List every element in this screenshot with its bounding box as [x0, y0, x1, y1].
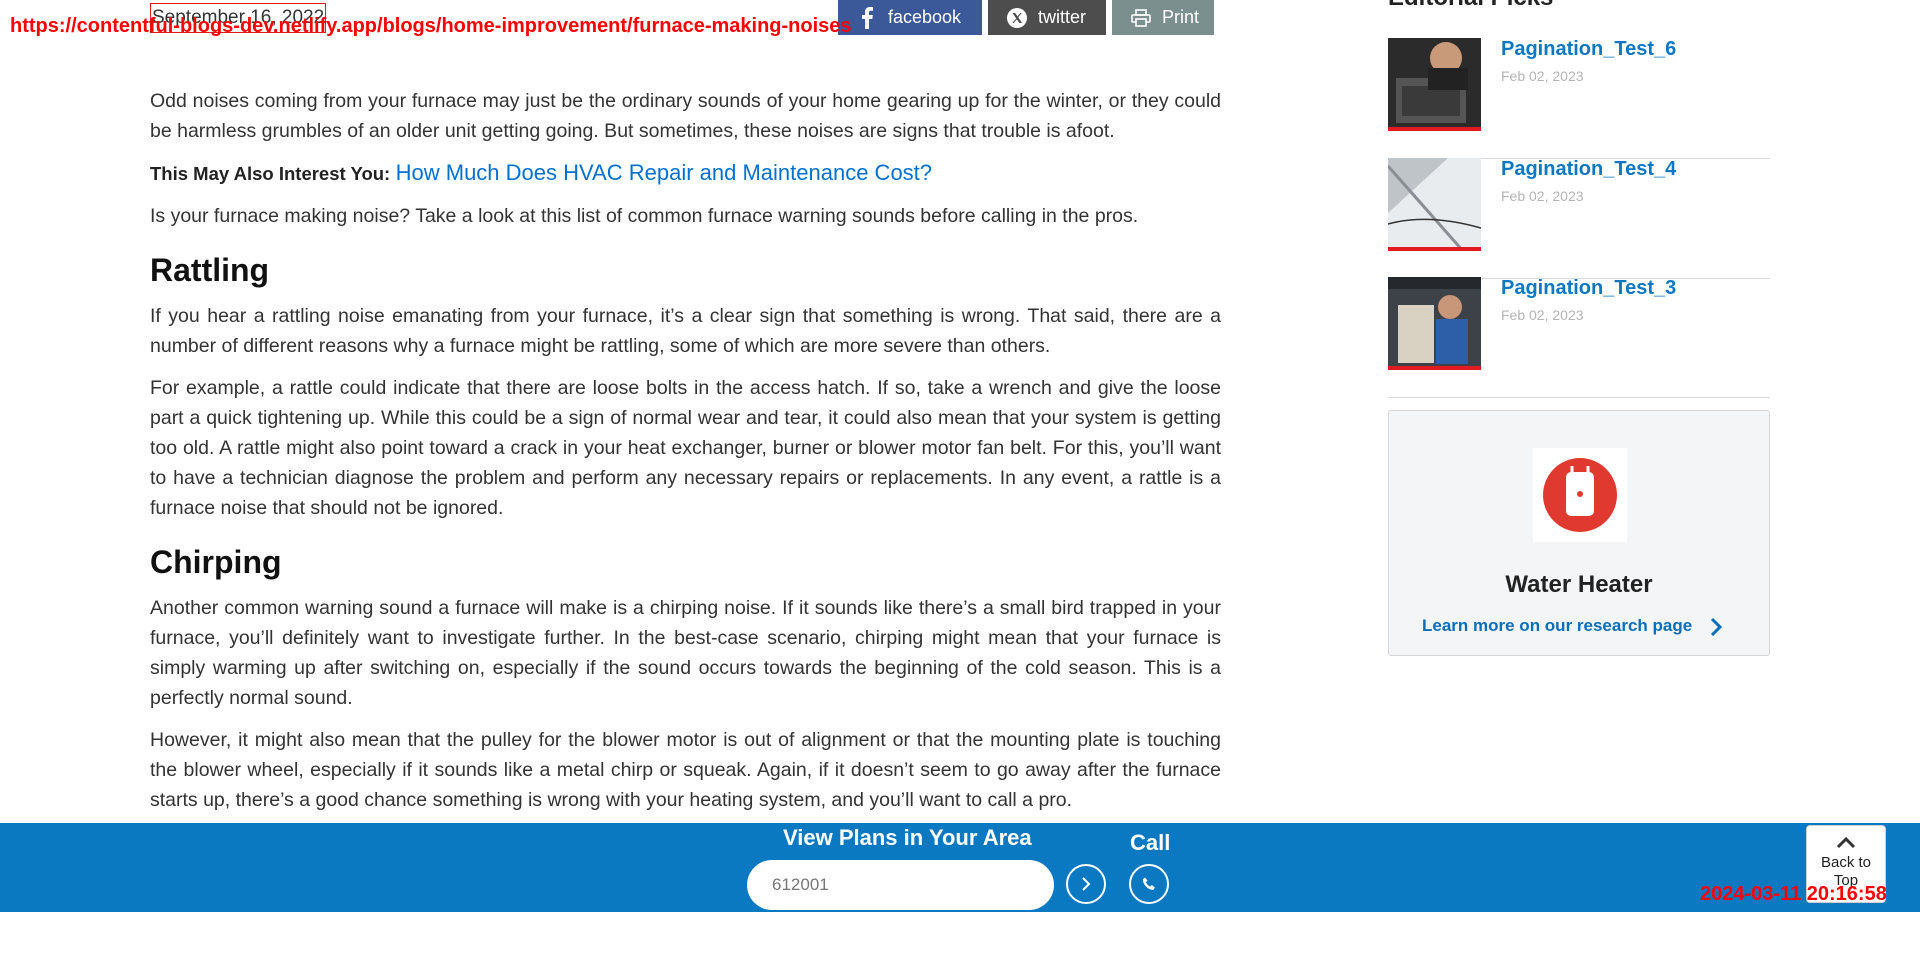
zip-code-input[interactable] — [747, 860, 1054, 910]
lead-paragraph: Is your furnace making noise? Take a loo… — [150, 205, 1139, 227]
section-heading-rattling: Rattling — [150, 252, 270, 288]
facebook-share-button[interactable]: facebook — [838, 0, 982, 35]
facebook-label: facebook — [888, 7, 962, 27]
print-button[interactable]: Print — [1112, 0, 1214, 35]
editorial-picks-heading: Editorial Picks — [1388, 0, 1553, 12]
research-page-link[interactable]: Learn more on our research page — [1422, 616, 1692, 636]
view-plans-title: View Plans in Your Area — [783, 825, 1032, 850]
related-label: This May Also Interest You: — [150, 163, 391, 184]
research-card: Water Heater Learn more on our research … — [1388, 410, 1770, 656]
pick-date: Feb 02, 2023 — [1501, 68, 1584, 84]
rattling-paragraph-2: For example, a rattle could indicate tha… — [150, 377, 1221, 519]
photo-water-heater-icon[interactable] — [1388, 277, 1481, 370]
related-article: This May Also Interest You: How Much Doe… — [150, 158, 1221, 189]
facebook-icon — [856, 6, 878, 29]
research-card-title: Water Heater — [1505, 571, 1653, 598]
water-heater-icon — [1533, 448, 1627, 542]
print-label: Print — [1162, 7, 1200, 27]
x-twitter-icon — [1006, 7, 1028, 29]
printer-icon — [1130, 7, 1152, 29]
submit-zip-button[interactable] — [1066, 864, 1106, 904]
pick-title[interactable]: Pagination_Test_3 — [1501, 277, 1676, 300]
pick-title[interactable]: Pagination_Test_6 — [1501, 38, 1676, 61]
chirping-paragraph-2: However, it might also mean that the pul… — [150, 729, 1221, 811]
pick-date: Feb 02, 2023 — [1501, 188, 1584, 204]
related-article-link[interactable]: How Much Does HVAC Repair and Maintenanc… — [396, 160, 932, 185]
intro-paragraph: Odd noises coming from your furnace may … — [150, 90, 1221, 142]
view-plans-bar: View Plans in Your Area Call — [0, 823, 1920, 912]
pick-title[interactable]: Pagination_Test_4 — [1501, 158, 1676, 181]
pick-date: Feb 02, 2023 — [1501, 307, 1584, 323]
timestamp-overlay: 2024-03-11 20:16:58 — [1700, 883, 1887, 905]
editorial-pick-item[interactable]: Pagination_Test_6 Feb 02, 2023 — [1388, 38, 1770, 159]
twitter-label: twitter — [1038, 7, 1087, 27]
editorial-pick-item[interactable]: Pagination_Test_3 Feb 02, 2023 — [1388, 277, 1770, 398]
photo-roof-gutter-icon[interactable] — [1388, 158, 1481, 251]
editorial-pick-item[interactable]: Pagination_Test_4 Feb 02, 2023 — [1388, 158, 1770, 279]
rattling-paragraph-1: If you hear a rattling noise emanating f… — [150, 305, 1221, 357]
call-label: Call — [1130, 830, 1171, 855]
article-body: Odd noises coming from your furnace may … — [150, 86, 1221, 827]
section-heading-chirping: Chirping — [150, 544, 282, 580]
chevron-right-icon[interactable] — [1709, 616, 1723, 644]
call-button[interactable] — [1129, 864, 1169, 904]
chevron-up-icon — [1836, 836, 1856, 849]
phone-icon — [1142, 877, 1155, 890]
photo-technician-icon[interactable] — [1388, 38, 1481, 131]
url-overlay: https://contentful-blogs-dev.netlify.app… — [10, 15, 852, 37]
chirping-paragraph-1: Another common warning sound a furnace w… — [150, 597, 1221, 709]
twitter-share-button[interactable]: twitter — [988, 0, 1106, 35]
chevron-right-icon — [1082, 877, 1091, 891]
